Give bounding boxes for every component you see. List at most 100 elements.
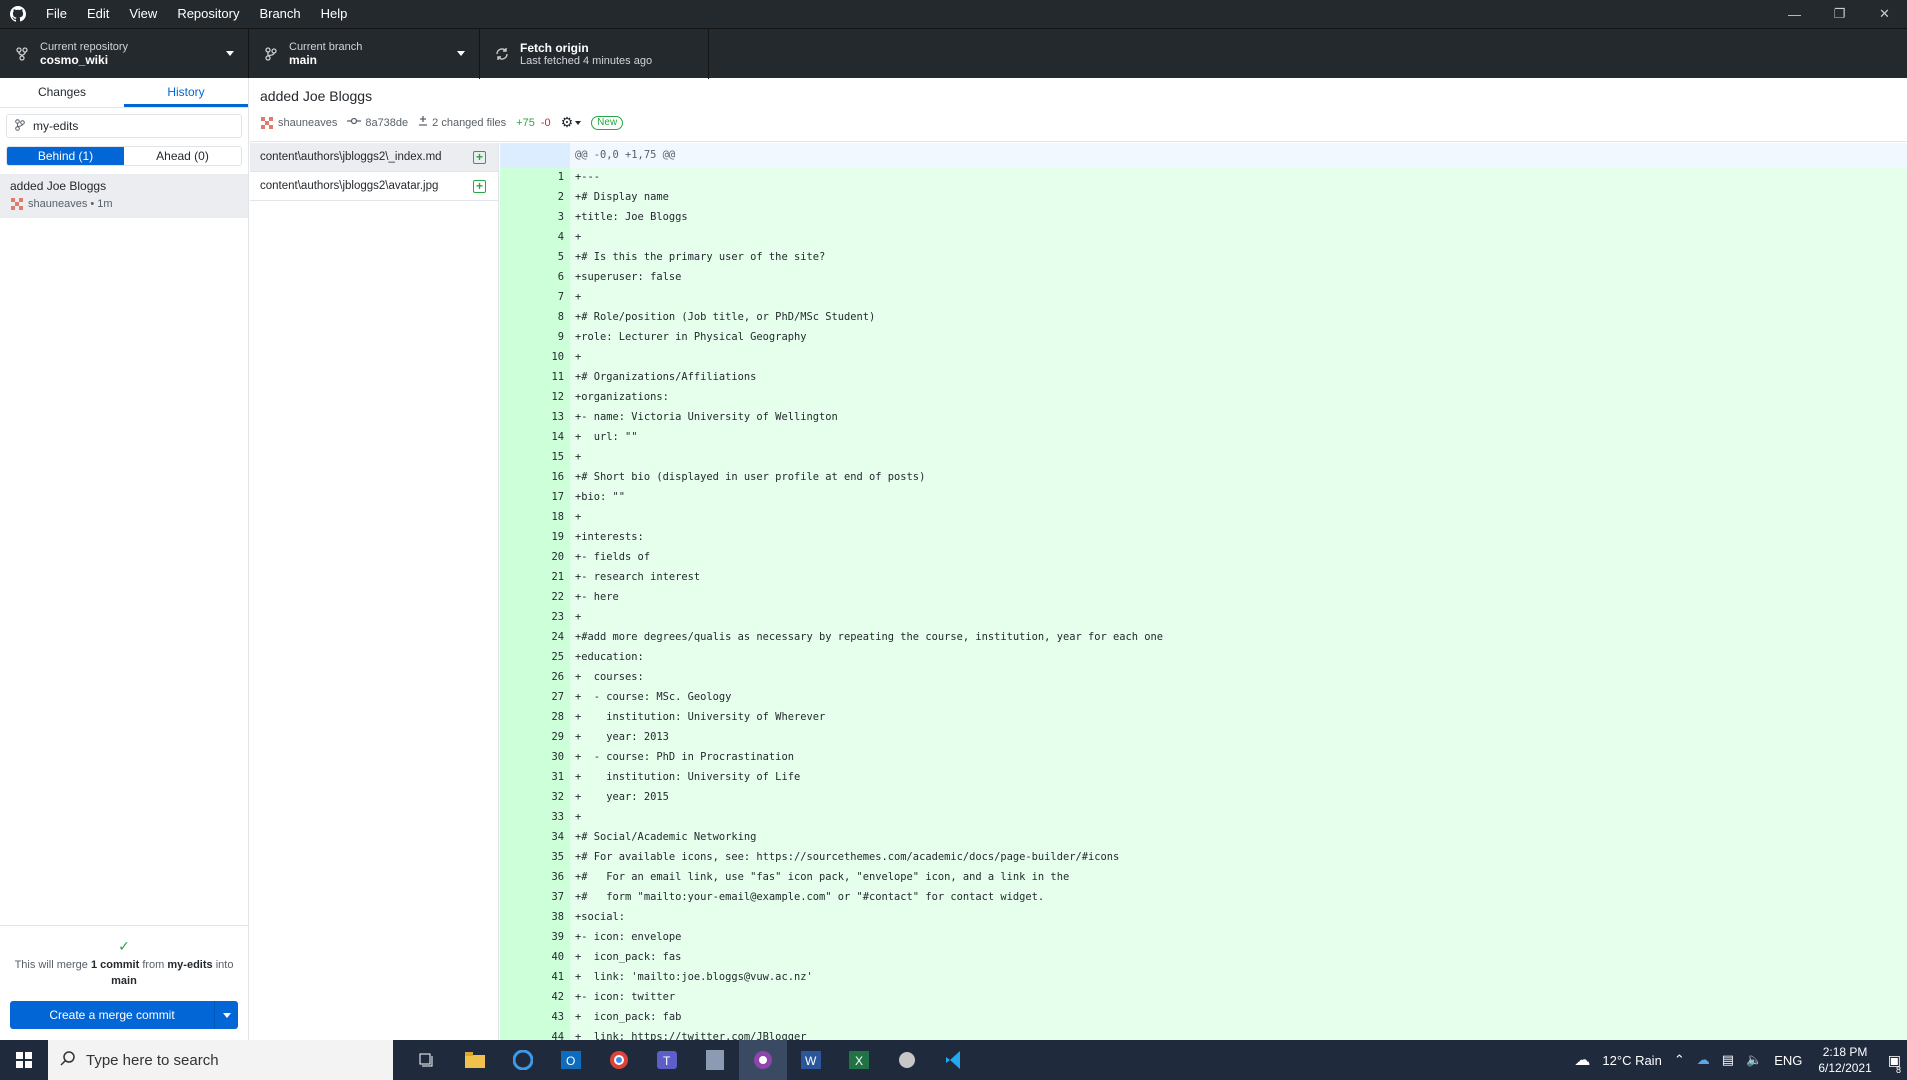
outlook-icon[interactable]: O <box>547 1040 595 1080</box>
menu-file[interactable]: File <box>36 0 77 28</box>
line-content: +organizations: <box>575 391 669 403</box>
diff-line[interactable]: 28 + institution: University of Wherever <box>500 707 1907 727</box>
minimize-icon[interactable]: — <box>1772 0 1817 28</box>
line-number: 25 <box>528 647 570 667</box>
commit-sha[interactable]: 8a738de <box>365 117 408 129</box>
diff-line[interactable]: 27 + - course: MSc. Geology <box>500 687 1907 707</box>
diff-line[interactable]: 32 + year: 2015 <box>500 787 1907 807</box>
task-view-icon[interactable] <box>403 1040 451 1080</box>
line-number: 44 <box>528 1027 570 1040</box>
menu-repository[interactable]: Repository <box>167 0 249 28</box>
diff-line[interactable]: 40 + icon_pack: fas <box>500 947 1907 967</box>
diff-line[interactable]: 30 + - course: PhD in Procrastination <box>500 747 1907 767</box>
word-icon[interactable]: W <box>787 1040 835 1080</box>
diff-line[interactable]: 31 + institution: University of Life <box>500 767 1907 787</box>
branch-filter-input[interactable]: my-edits <box>6 114 242 138</box>
notifications-icon[interactable]: ▣ 8 <box>1888 1052 1901 1075</box>
diff-line[interactable]: 23 + <box>500 607 1907 627</box>
language-indicator[interactable]: ENG <box>1774 1053 1802 1068</box>
file-item[interactable]: content\authors\jbloggs2\avatar.jpg + <box>250 172 498 201</box>
repo-icon <box>12 47 32 61</box>
diff-line[interactable]: 3 +title: Joe Bloggs <box>500 207 1907 227</box>
tools-icon[interactable] <box>883 1040 931 1080</box>
line-content: +- icon: envelope <box>575 931 682 943</box>
diff-line[interactable]: 17 +bio: "" <box>500 487 1907 507</box>
diff-line[interactable]: 9 +role: Lecturer in Physical Geography <box>500 327 1907 347</box>
diff-line[interactable]: 25 +education: <box>500 647 1907 667</box>
list-item[interactable]: added Joe Bloggs shauneaves • 1m <box>0 174 248 218</box>
diff-line[interactable]: 10 + <box>500 347 1907 367</box>
diff-line[interactable]: 8 +# Role/position (Job title, or PhD/MSc… <box>500 307 1907 327</box>
close-icon[interactable]: ✕ <box>1862 0 1907 28</box>
restore-icon[interactable]: ❐ <box>1817 0 1862 28</box>
file-explorer-icon[interactable] <box>451 1040 499 1080</box>
menu-view[interactable]: View <box>119 0 167 28</box>
vscode-icon[interactable] <box>931 1040 979 1080</box>
github-desktop-icon[interactable] <box>739 1040 787 1080</box>
diff-line[interactable]: 33 + <box>500 807 1907 827</box>
chrome-icon[interactable] <box>595 1040 643 1080</box>
weather-icon[interactable]: ☁ <box>1574 1050 1590 1070</box>
diff-line[interactable]: 34 +# Social/Academic Networking <box>500 827 1907 847</box>
diff-line[interactable]: 37 +# form "mailto:your-email@example.com… <box>500 887 1907 907</box>
line-number: 18 <box>528 507 570 527</box>
diff-line[interactable]: 21 +- research interest <box>500 567 1907 587</box>
tab-history[interactable]: History <box>124 78 248 107</box>
diff-line[interactable]: 42 +- icon: twitter <box>500 987 1907 1007</box>
ahead-tab[interactable]: Ahead (0) <box>124 147 241 165</box>
diff-line[interactable]: 13 +- name: Victoria University of Wellin… <box>500 407 1907 427</box>
behind-tab[interactable]: Behind (1) <box>7 147 124 165</box>
menu-branch[interactable]: Branch <box>249 0 310 28</box>
diff-line[interactable]: 26 + courses: <box>500 667 1907 687</box>
diff-line[interactable]: 35 +# For available icons, see: https://s… <box>500 847 1907 867</box>
clock[interactable]: 2:18 PM 6/12/2021 <box>1818 1044 1871 1076</box>
line-number: 2 <box>528 187 570 207</box>
diff-line[interactable]: 36 +# For an email link, use "fas" icon p… <box>500 867 1907 887</box>
diff-line[interactable]: 44 + link: https://twitter.com/JBlogger <box>500 1027 1907 1040</box>
diff-line[interactable]: 41 + link: 'mailto:joe.bloggs@vuw.ac.nz' <box>500 967 1907 987</box>
fetch-origin-button[interactable]: Fetch origin Last fetched 4 minutes ago <box>480 29 709 79</box>
chevron-up-icon[interactable]: ⌃ <box>1674 1052 1685 1068</box>
diff-settings-button[interactable]: ⚙ <box>561 114 582 131</box>
onedrive-icon[interactable]: ☁ <box>1697 1052 1710 1068</box>
create-merge-commit-button[interactable]: Create a merge commit <box>10 1001 238 1029</box>
diff-line[interactable]: 16 +# Short bio (displayed in user profil… <box>500 467 1907 487</box>
diff-line[interactable]: 14 + url: "" <box>500 427 1907 447</box>
menu-edit[interactable]: Edit <box>77 0 119 28</box>
diff-line[interactable]: 43 + icon_pack: fab <box>500 1007 1907 1027</box>
diff-line[interactable]: 39 +- icon: envelope <box>500 927 1907 947</box>
merge-options-dropdown[interactable] <box>214 1001 238 1029</box>
current-branch-button[interactable]: Current branch main <box>249 29 480 79</box>
network-icon[interactable]: ▤ <box>1722 1052 1734 1068</box>
current-repository-button[interactable]: Current repository cosmo_wiki <box>0 29 249 79</box>
diff-line[interactable]: 38 +social: <box>500 907 1907 927</box>
file-item[interactable]: content\authors\jbloggs2\_index.md + <box>250 143 498 172</box>
menu-help[interactable]: Help <box>311 0 358 28</box>
line-number: 17 <box>528 487 570 507</box>
diff-line[interactable]: 19 +interests: <box>500 527 1907 547</box>
diff-line[interactable]: 11 +# Organizations/Affiliations <box>500 367 1907 387</box>
diff-line[interactable]: 22 +- here <box>500 587 1907 607</box>
line-content: + - course: MSc. Geology <box>575 691 732 703</box>
diff-line[interactable]: 7 + <box>500 287 1907 307</box>
volume-icon[interactable]: 🔈 <box>1746 1052 1762 1068</box>
taskbar-search-input[interactable]: Type here to search <box>48 1040 393 1080</box>
diff-line[interactable]: 29 + year: 2013 <box>500 727 1907 747</box>
diff-line[interactable]: 2 +# Display name <box>500 187 1907 207</box>
diff-line[interactable]: 6 +superuser: false <box>500 267 1907 287</box>
diff-line[interactable]: 1 +--- <box>500 167 1907 187</box>
diff-line[interactable]: 15 + <box>500 447 1907 467</box>
diff-line[interactable]: 20 +- fields of <box>500 547 1907 567</box>
diff-line[interactable]: 24 +#add more degrees/qualis as necessary… <box>500 627 1907 647</box>
line-content: + link: 'mailto:joe.bloggs@vuw.ac.nz' <box>575 971 813 983</box>
windows-start-icon[interactable] <box>0 1040 48 1080</box>
excel-icon[interactable]: X <box>835 1040 883 1080</box>
diff-line[interactable]: 12 +organizations: <box>500 387 1907 407</box>
app-icon[interactable] <box>691 1040 739 1080</box>
edge-browser-icon[interactable] <box>499 1040 547 1080</box>
tab-changes[interactable]: Changes <box>0 78 124 107</box>
teams-icon[interactable]: T <box>643 1040 691 1080</box>
diff-line[interactable]: 4 + <box>500 227 1907 247</box>
diff-line[interactable]: 5 +# Is this the primary user of the site… <box>500 247 1907 267</box>
diff-line[interactable]: 18 + <box>500 507 1907 527</box>
